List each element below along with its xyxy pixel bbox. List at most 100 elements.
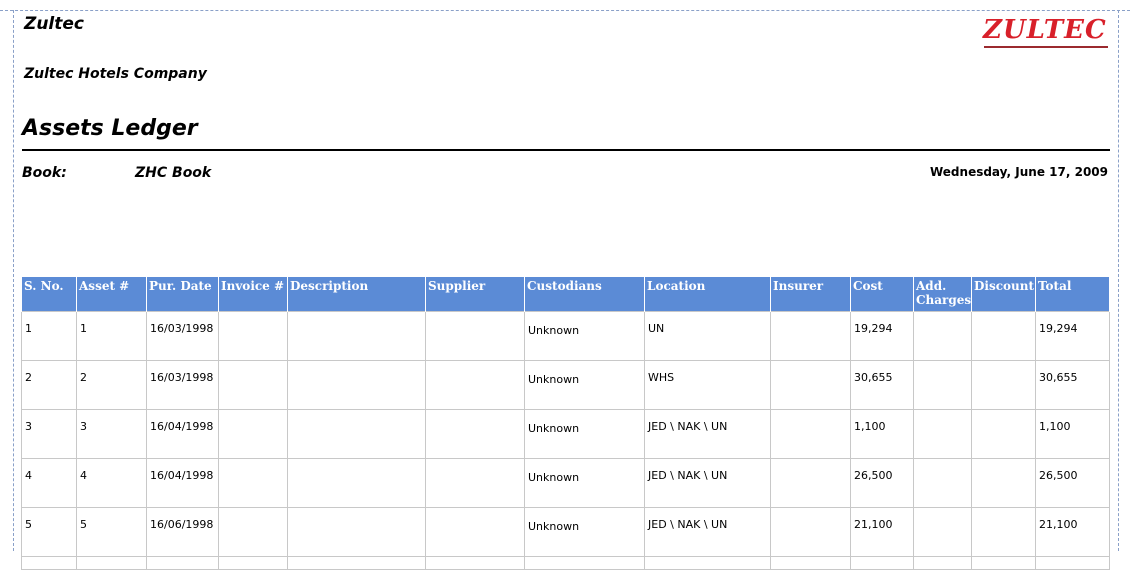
- cell-supplier: [425, 507, 525, 557]
- cell-custodians: Unknown: [524, 409, 645, 459]
- page-margin-guide-top: [0, 10, 1130, 11]
- cell-supplier: [425, 311, 525, 361]
- cell-invoice: [218, 458, 288, 508]
- cell-add-charges: [913, 458, 972, 508]
- table-row: 1 1 16/03/1998 Unknown UN 19,294 19,294: [21, 311, 1110, 361]
- table-row: 2 2 16/03/1998 Unknown WHS 30,655 30,655: [21, 360, 1110, 410]
- page-margin-guide-right: [1118, 10, 1119, 551]
- zultec-logo: ZULTEC: [983, 15, 1107, 45]
- book-label: Book:: [22, 165, 67, 181]
- cell-empty: [524, 556, 645, 570]
- cell-sno: 5: [21, 507, 77, 557]
- cell-asset: 2: [76, 360, 147, 410]
- cell-insurer: [770, 311, 851, 361]
- column-header-discount: Discount: [971, 277, 1036, 312]
- cell-asset: 3: [76, 409, 147, 459]
- cell-insurer: [770, 409, 851, 459]
- table-row-partial: [21, 556, 1110, 570]
- cell-empty: [913, 556, 972, 570]
- column-header-asset: Asset #: [76, 277, 147, 312]
- logo-underline: [984, 46, 1108, 48]
- cell-discount: [971, 360, 1036, 410]
- column-header-supplier: Supplier: [425, 277, 525, 312]
- cell-insurer: [770, 507, 851, 557]
- assets-ledger-table: S. No. Asset # Pur. Date Invoice # Descr…: [21, 277, 1110, 570]
- cell-location: JED \ NAK \ UN: [644, 458, 771, 508]
- cell-cost: 21,100: [850, 507, 914, 557]
- cell-sno: 3: [21, 409, 77, 459]
- cell-discount: [971, 311, 1036, 361]
- cell-cost: 1,100: [850, 409, 914, 459]
- book-value: ZHC Book: [135, 165, 212, 181]
- cell-discount: [971, 458, 1036, 508]
- cell-insurer: [770, 360, 851, 410]
- cell-cost: 19,294: [850, 311, 914, 361]
- cell-pur-date: 16/04/1998: [146, 409, 219, 459]
- column-header-pur-date: Pur. Date: [146, 277, 219, 312]
- column-header-insurer: Insurer: [770, 277, 851, 312]
- cell-empty: [287, 556, 426, 570]
- cell-pur-date: 16/03/1998: [146, 360, 219, 410]
- cell-empty: [425, 556, 525, 570]
- cell-empty: [218, 556, 288, 570]
- cell-invoice: [218, 311, 288, 361]
- table-header-row: S. No. Asset # Pur. Date Invoice # Descr…: [21, 277, 1110, 312]
- cell-asset: 4: [76, 458, 147, 508]
- cell-sno: 4: [21, 458, 77, 508]
- column-header-location: Location: [644, 277, 771, 312]
- cell-supplier: [425, 360, 525, 410]
- cell-asset: 5: [76, 507, 147, 557]
- cell-custodians: Unknown: [524, 360, 645, 410]
- cell-add-charges: [913, 360, 972, 410]
- cell-location: JED \ NAK \ UN: [644, 409, 771, 459]
- cell-total: 26,500: [1035, 458, 1110, 508]
- cell-invoice: [218, 409, 288, 459]
- column-header-description: Description: [287, 277, 426, 312]
- cell-location: WHS: [644, 360, 771, 410]
- cell-custodians: Unknown: [524, 458, 645, 508]
- cell-empty: [21, 556, 77, 570]
- cell-discount: [971, 409, 1036, 459]
- cell-supplier: [425, 409, 525, 459]
- cell-description: [287, 458, 426, 508]
- cell-description: [287, 507, 426, 557]
- cell-insurer: [770, 458, 851, 508]
- report-date: Wednesday, June 17, 2009: [929, 165, 1108, 179]
- cell-sno: 2: [21, 360, 77, 410]
- cell-cost: 30,655: [850, 360, 914, 410]
- cell-sno: 1: [21, 311, 77, 361]
- cell-total: 30,655: [1035, 360, 1110, 410]
- column-header-cost: Cost: [850, 277, 914, 312]
- column-header-add-charges: Add. Charges: [913, 277, 972, 312]
- cell-pur-date: 16/03/1998: [146, 311, 219, 361]
- column-header-custodians: Custodians: [524, 277, 645, 312]
- cell-empty: [76, 556, 147, 570]
- cell-location: JED \ NAK \ UN: [644, 507, 771, 557]
- cell-empty: [770, 556, 851, 570]
- column-header-total: Total: [1035, 277, 1110, 312]
- cell-description: [287, 360, 426, 410]
- cell-invoice: [218, 360, 288, 410]
- cell-description: [287, 311, 426, 361]
- cell-pur-date: 16/04/1998: [146, 458, 219, 508]
- cell-asset: 1: [76, 311, 147, 361]
- cell-add-charges: [913, 409, 972, 459]
- column-header-sno: S. No.: [21, 277, 77, 312]
- cell-custodians: Unknown: [524, 507, 645, 557]
- cell-supplier: [425, 458, 525, 508]
- cell-description: [287, 409, 426, 459]
- page-margin-guide-left: [13, 10, 14, 551]
- cell-add-charges: [913, 507, 972, 557]
- cell-total: 1,100: [1035, 409, 1110, 459]
- table-row: 4 4 16/04/1998 Unknown JED \ NAK \ UN 26…: [21, 458, 1110, 508]
- company-short-name: Zultec: [24, 14, 84, 34]
- cell-empty: [971, 556, 1036, 570]
- cell-empty: [644, 556, 771, 570]
- cell-add-charges: [913, 311, 972, 361]
- cell-empty: [146, 556, 219, 570]
- table-row: 3 3 16/04/1998 Unknown JED \ NAK \ UN 1,…: [21, 409, 1110, 459]
- cell-empty: [850, 556, 914, 570]
- table-row: 5 5 16/06/1998 Unknown JED \ NAK \ UN 21…: [21, 507, 1110, 557]
- report-title: Assets Ledger: [22, 116, 198, 141]
- cell-total: 19,294: [1035, 311, 1110, 361]
